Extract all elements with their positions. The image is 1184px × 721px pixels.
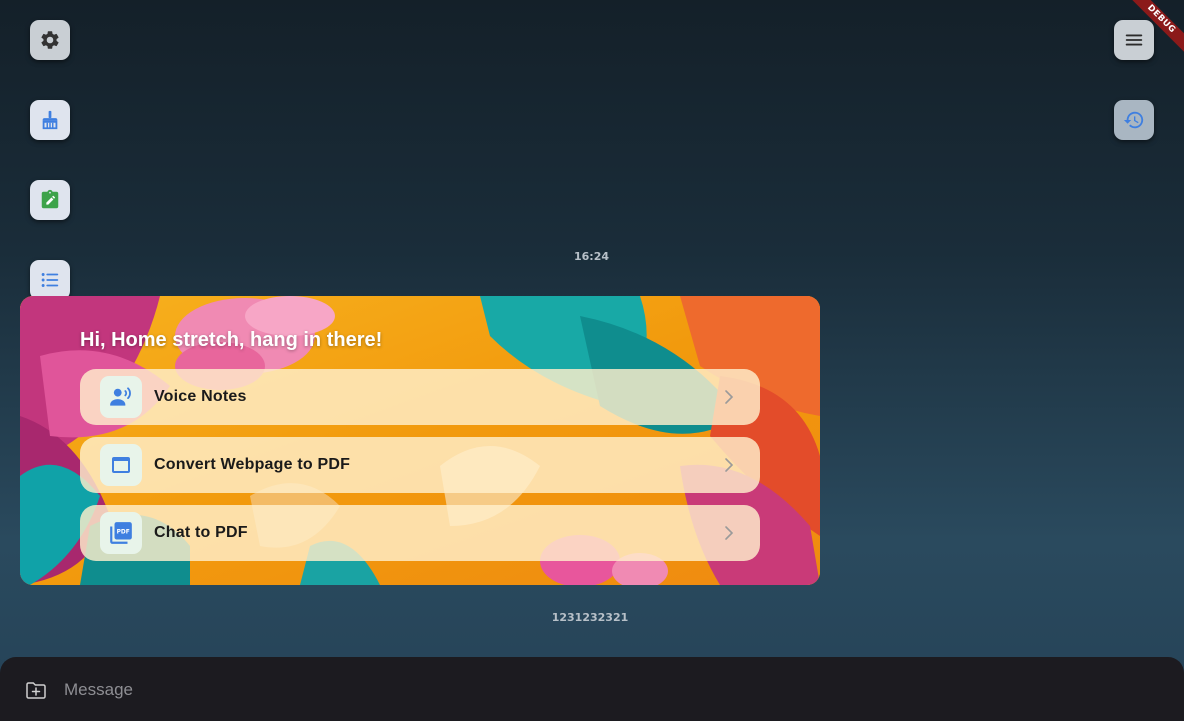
chat-to-pdf-action[interactable]: PDF Chat to PDF [80, 505, 760, 561]
greeting-text: Hi, Home stretch, hang in there! [80, 329, 383, 351]
list-icon [41, 273, 59, 287]
clipboard-edit-icon [41, 189, 59, 209]
settings-button[interactable] [30, 20, 70, 60]
web-window-icon-box [100, 444, 142, 486]
welcome-card: Hi, Home stretch, hang in there! Voice N… [20, 296, 820, 585]
clean-button[interactable] [30, 100, 70, 140]
list-button[interactable] [30, 260, 70, 300]
web-window-icon [112, 457, 130, 473]
svg-text:PDF: PDF [117, 530, 130, 536]
gear-icon [41, 31, 59, 49]
chevron-right-icon [725, 390, 734, 404]
message-input[interactable] [64, 675, 1144, 705]
clipboard-button[interactable] [30, 180, 70, 220]
chevron-right-icon [725, 458, 734, 472]
voice-notes-icon-box [100, 376, 142, 418]
history-icon [1123, 111, 1144, 129]
voice-notes-label: Voice Notes [154, 388, 247, 405]
chat-to-pdf-label: Chat to PDF [154, 524, 248, 541]
broom-icon [42, 110, 58, 130]
convert-webpage-action[interactable]: Convert Webpage to PDF [80, 437, 760, 493]
debug-banner-label: DEBUG [1124, 0, 1184, 56]
message-timestamp: 16:24 [573, 250, 609, 263]
convert-webpage-label: Convert Webpage to PDF [154, 456, 351, 473]
voice-notes-icon [110, 387, 131, 406]
sender-id: 1231232321 [551, 611, 629, 624]
attach-file-icon[interactable] [24, 678, 48, 702]
history-button[interactable] [1114, 100, 1154, 140]
message-composer [0, 657, 1184, 721]
chevron-right-icon [725, 526, 734, 540]
voice-notes-action[interactable]: Voice Notes [80, 369, 760, 425]
debug-banner: DEBUG [1124, 0, 1184, 60]
pdf-icon: PDF [110, 522, 132, 544]
pdf-icon-box: PDF [100, 512, 142, 554]
